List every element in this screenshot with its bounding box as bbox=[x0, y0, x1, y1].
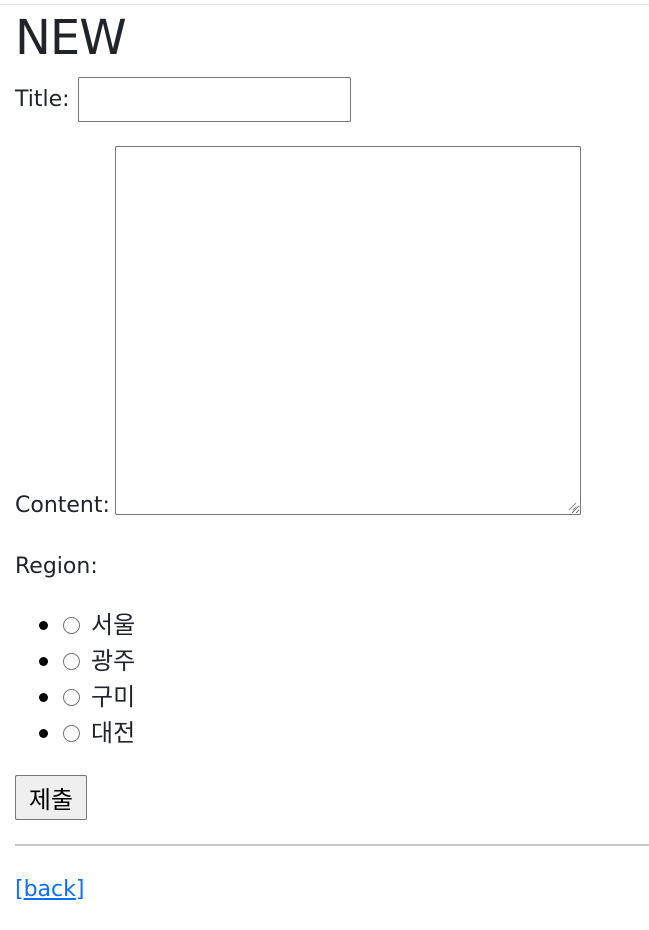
region-radio[interactable] bbox=[63, 652, 80, 670]
content-textarea[interactable] bbox=[115, 146, 581, 515]
region-option-label[interactable]: 구미 bbox=[91, 682, 135, 712]
region-option-label[interactable]: 광주 bbox=[91, 646, 135, 676]
region-option-label[interactable]: 서울 bbox=[91, 610, 135, 640]
back-open-bracket: [ bbox=[15, 877, 24, 902]
bullet-icon bbox=[39, 692, 48, 702]
content-label: Content: bbox=[15, 493, 110, 518]
region-radio[interactable] bbox=[63, 616, 80, 634]
region-radio[interactable] bbox=[63, 724, 80, 742]
top-divider bbox=[0, 4, 649, 5]
page-title: NEW bbox=[15, 10, 127, 66]
back-line: [back] bbox=[15, 876, 84, 904]
title-label: Title: bbox=[15, 86, 70, 112]
submit-button[interactable]: 제출 bbox=[15, 775, 87, 820]
title-input[interactable] bbox=[77, 77, 351, 122]
region-radio[interactable] bbox=[63, 688, 80, 706]
page: NEW Title: Content: Region: 서울 광주 구미 대전 bbox=[0, 0, 649, 930]
bullet-icon bbox=[39, 656, 48, 666]
bottom-divider bbox=[15, 844, 649, 846]
region-option-label[interactable]: 대전 bbox=[91, 718, 135, 748]
back-close-bracket: ] bbox=[75, 877, 85, 902]
back-link[interactable]: back bbox=[24, 877, 76, 902]
title-row: Title: bbox=[15, 77, 351, 122]
bullet-icon bbox=[39, 728, 48, 738]
region-label: Region: bbox=[15, 554, 98, 579]
bullet-icon bbox=[39, 620, 48, 630]
